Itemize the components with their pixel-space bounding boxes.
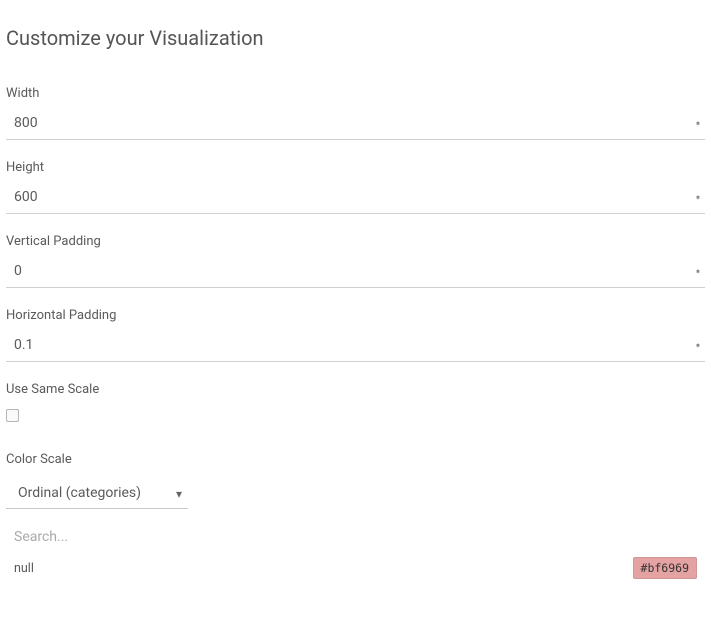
width-field: Width bbox=[6, 86, 705, 140]
color-scale-field: Color Scale Ordinal (categories) null #b… bbox=[6, 452, 705, 583]
height-input-wrap bbox=[6, 183, 705, 214]
use-same-scale-label: Use Same Scale bbox=[6, 382, 705, 405]
horizontal-padding-label: Horizontal Padding bbox=[6, 308, 705, 331]
width-input-wrap bbox=[6, 109, 705, 140]
vertical-padding-input-wrap bbox=[6, 257, 705, 288]
vertical-padding-input[interactable] bbox=[6, 257, 705, 287]
width-stepper[interactable] bbox=[695, 124, 701, 125]
vertical-padding-field: Vertical Padding bbox=[6, 234, 705, 288]
page-title: Customize your Visualization bbox=[6, 26, 705, 50]
horizontal-padding-stepper[interactable] bbox=[695, 346, 701, 347]
height-field: Height bbox=[6, 160, 705, 214]
horizontal-padding-input-wrap bbox=[6, 331, 705, 362]
color-list-item[interactable]: null #bf6969 bbox=[6, 553, 705, 583]
color-scale-label: Color Scale bbox=[6, 452, 705, 475]
use-same-scale-checkbox[interactable] bbox=[6, 409, 19, 422]
color-chip[interactable]: #bf6969 bbox=[633, 557, 697, 579]
color-scale-select[interactable]: Ordinal (categories) bbox=[6, 477, 188, 509]
color-item-name: null bbox=[14, 561, 34, 576]
vertical-padding-stepper[interactable] bbox=[695, 272, 701, 273]
vertical-padding-label: Vertical Padding bbox=[6, 234, 705, 257]
height-label: Height bbox=[6, 160, 705, 183]
horizontal-padding-field: Horizontal Padding bbox=[6, 308, 705, 362]
color-scale-selected-value: Ordinal (categories) bbox=[18, 485, 141, 501]
width-label: Width bbox=[6, 86, 705, 109]
horizontal-padding-input[interactable] bbox=[6, 331, 705, 361]
width-input[interactable] bbox=[6, 109, 705, 139]
caret-down-icon bbox=[176, 483, 182, 502]
color-search-input[interactable] bbox=[6, 521, 705, 553]
height-stepper[interactable] bbox=[695, 198, 701, 199]
use-same-scale-field: Use Same Scale bbox=[6, 382, 705, 426]
height-input[interactable] bbox=[6, 183, 705, 213]
